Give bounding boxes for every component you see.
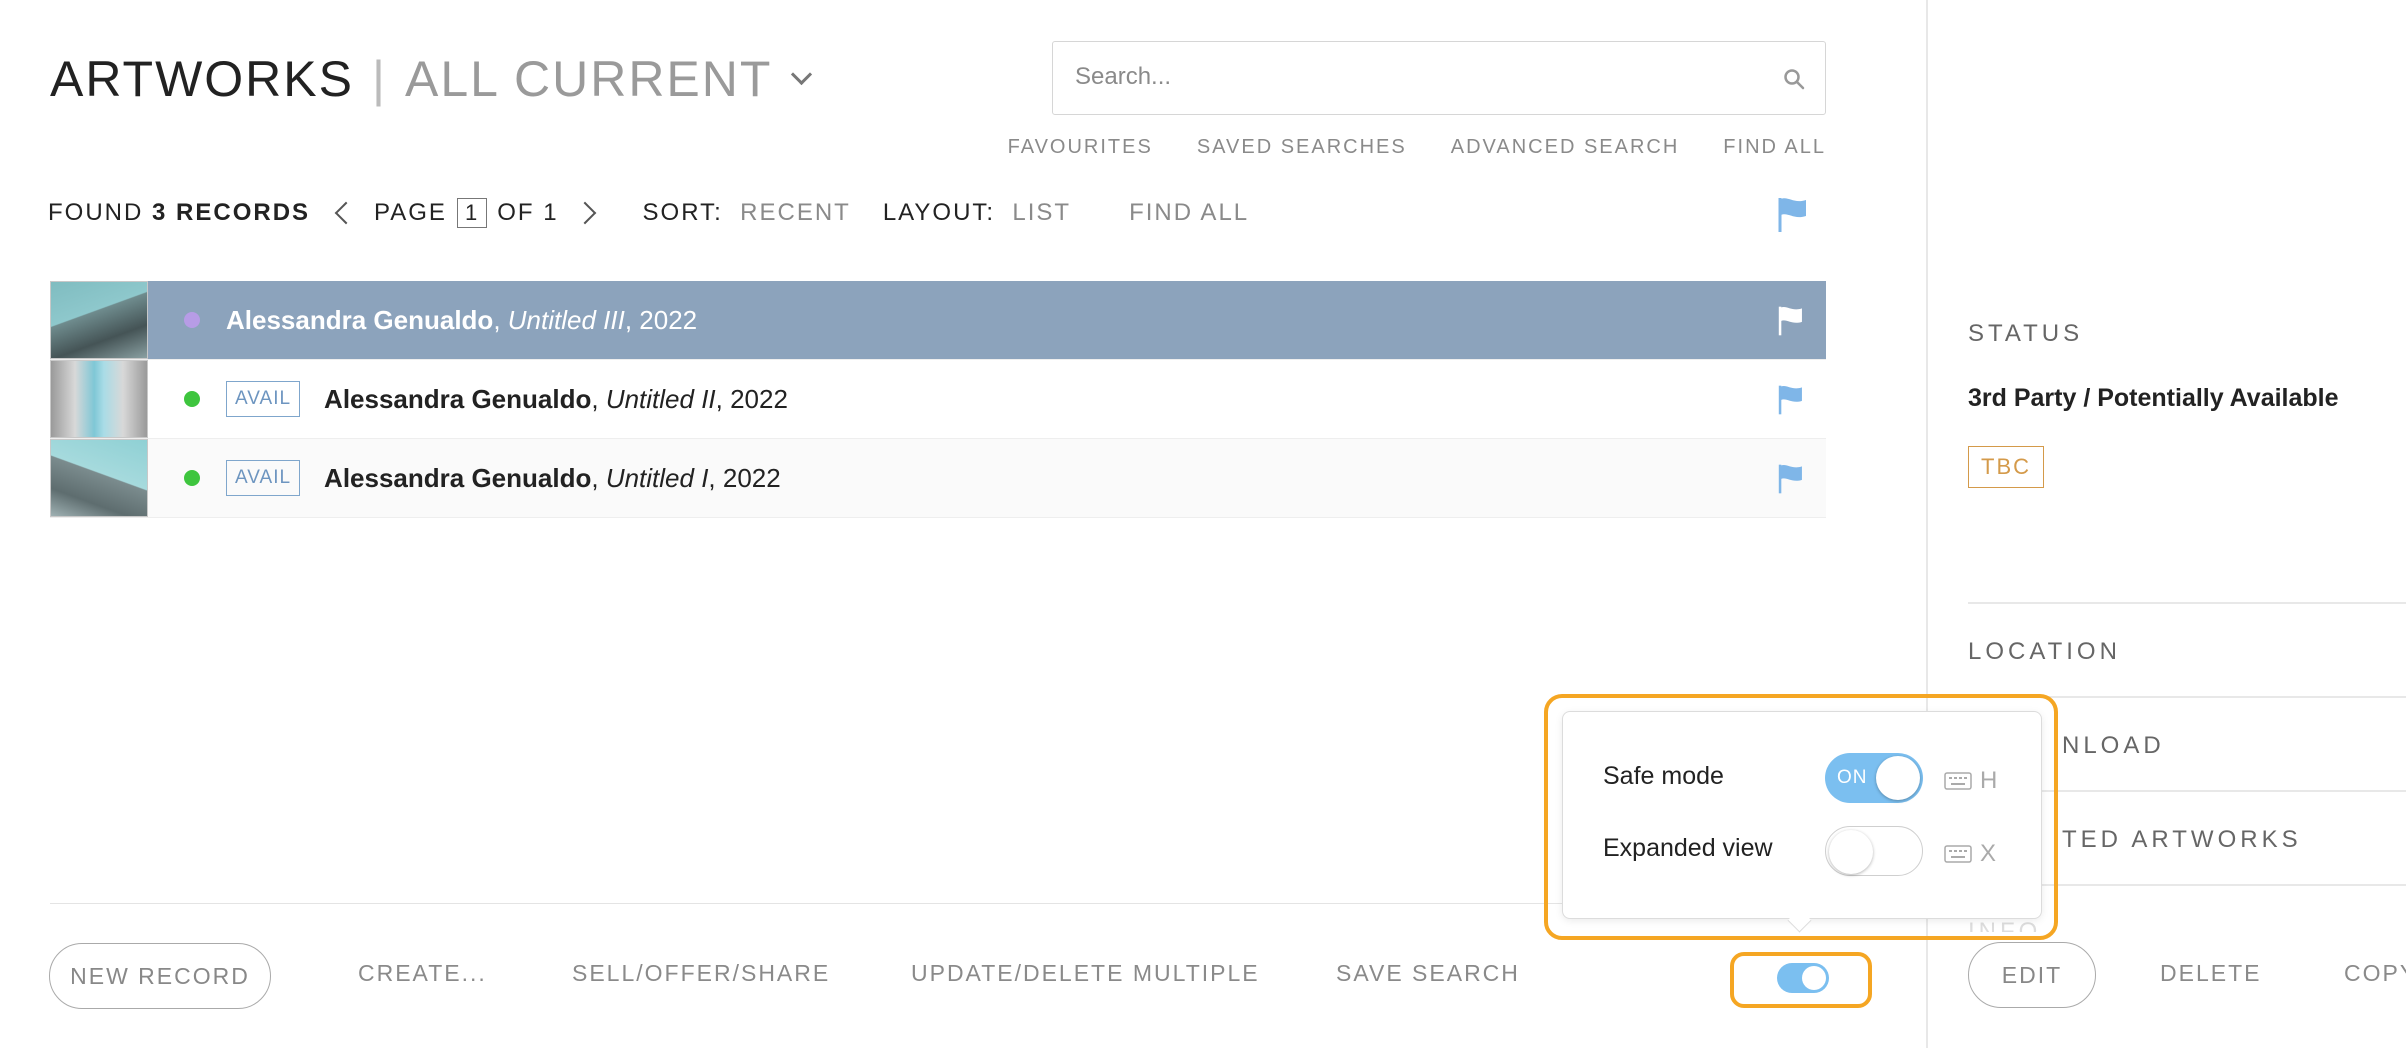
view-selector[interactable]: ALL CURRENT [405,50,772,108]
status-value: 3rd Party / Potentially Available [1968,384,2339,412]
expanded-view-toggle[interactable] [1825,826,1923,876]
results-toolbar: FOUND 3 RECORDS PAGE 1 OF 1 SORT: RECENT… [48,198,1249,228]
copy-button[interactable]: COPY [2344,960,2406,987]
favourites-link[interactable]: FAVOURITES [1008,136,1153,159]
update-delete-multiple-button[interactable]: UPDATE/DELETE MULTIPLE [911,960,1260,987]
artwork-title: Untitled II [605,383,716,414]
find-all-link[interactable]: FIND ALL [1723,136,1826,159]
artist-name: Alessandra Genualdo [324,383,592,414]
tbc-badge: TBC [1968,446,2044,488]
status-header: STATUS [1968,320,2084,347]
settings-toggle[interactable] [1777,963,1829,993]
artwork-thumbnail [50,439,148,517]
artwork-title: Untitled III [507,304,625,335]
artwork-caption: Alessandra Genualdo, Untitled III, 2022 [226,304,698,335]
artwork-year: , 2022 [624,304,698,335]
keyboard-icon [1944,772,1972,790]
artwork-list: Alessandra Genualdo, Untitled III, 2022 … [50,281,1826,518]
record-count: 3 RECORDS [152,199,311,226]
sort-label: SORT: [642,199,723,226]
location-header[interactable]: LOCATION [1968,638,2121,666]
avail-badge: AVAIL [226,460,301,496]
page-label: PAGE [374,199,447,226]
toggle-knob [1802,966,1826,990]
artwork-thumbnail [50,281,148,359]
keyboard-icon [1944,845,1972,863]
page-number-input[interactable]: 1 [456,198,488,228]
flag-icon[interactable] [1776,305,1806,337]
chevron-left-icon[interactable] [334,201,358,225]
save-search-button[interactable]: SAVE SEARCH [1336,960,1520,987]
title-separator: | [372,51,387,107]
shortcut-key: H [1980,767,1998,794]
chevron-down-icon[interactable] [791,63,813,85]
toggle-knob [1876,756,1920,800]
page-total: OF 1 [497,199,559,226]
safe-mode-label: Safe mode [1603,762,1724,790]
sort-selector[interactable]: RECENT [740,199,851,227]
find-all-button[interactable]: FIND ALL [1129,199,1249,227]
artwork-caption: Alessandra Genualdo, Untitled II, 2022 [324,383,788,414]
quick-links: FAVOURITES SAVED SEARCHES ADVANCED SEARC… [1008,136,1826,159]
shortcut-key: X [1980,840,1997,867]
artwork-year: , 2022 [715,383,788,414]
search-input[interactable] [1073,62,1757,92]
section-divider [1968,602,2406,604]
create-button[interactable]: CREATE... [358,960,487,987]
found-label: FOUND [48,199,144,226]
view-settings-popup: Safe mode ON H Expanded view X [1562,711,2042,919]
artwork-caption: Alessandra Genualdo, Untitled I, 2022 [324,462,781,493]
section-title: ARTWORKS [50,51,354,107]
edit-button[interactable]: EDIT [1968,942,2096,1008]
layout-selector[interactable]: LIST [1012,199,1071,227]
safe-mode-toggle[interactable]: ON [1825,753,1923,803]
toggle-on-text: ON [1837,767,1868,788]
table-row[interactable]: Alessandra Genualdo, Untitled III, 2022 [50,281,1826,360]
search-box[interactable] [1052,41,1826,115]
artwork-thumbnail [50,360,148,438]
layout-label: LAYOUT: [882,199,996,226]
expanded-view-shortcut: X [1944,840,1996,868]
delete-button[interactable]: DELETE [2160,960,2261,987]
toggle-knob [1829,830,1873,874]
page-title: ARTWORKS | ALL CURRENT [50,50,813,108]
status-dot [184,391,200,407]
status-dot [184,470,200,486]
table-row[interactable]: AVAIL Alessandra Genualdo, Untitled I, 2… [50,439,1826,518]
table-row[interactable]: AVAIL Alessandra Genualdo, Untitled II, … [50,360,1826,439]
avail-badge: AVAIL [226,381,301,417]
sell-offer-share-button[interactable]: SELL/OFFER/SHARE [572,960,830,987]
related-artworks-header[interactable]: TED ARTWORKS [2062,826,2302,854]
artist-name: Alessandra Genualdo [226,304,494,335]
flag-icon[interactable] [1776,196,1810,234]
safe-mode-shortcut: H [1944,767,1997,795]
chevron-right-icon[interactable] [573,201,596,225]
artwork-title: Untitled I [605,462,709,493]
status-dot [184,312,200,328]
download-header[interactable]: NLOAD [2062,732,2165,760]
search-icon[interactable] [1783,68,1805,90]
flag-icon[interactable] [1776,463,1806,495]
flag-icon[interactable] [1776,384,1806,416]
saved-searches-link[interactable]: SAVED SEARCHES [1197,136,1407,159]
expanded-view-label: Expanded view [1603,834,1773,862]
advanced-search-link[interactable]: ADVANCED SEARCH [1451,136,1680,159]
artwork-year: , 2022 [708,462,781,493]
artist-name: Alessandra Genualdo [324,462,592,493]
new-record-button[interactable]: NEW RECORD [49,943,271,1009]
